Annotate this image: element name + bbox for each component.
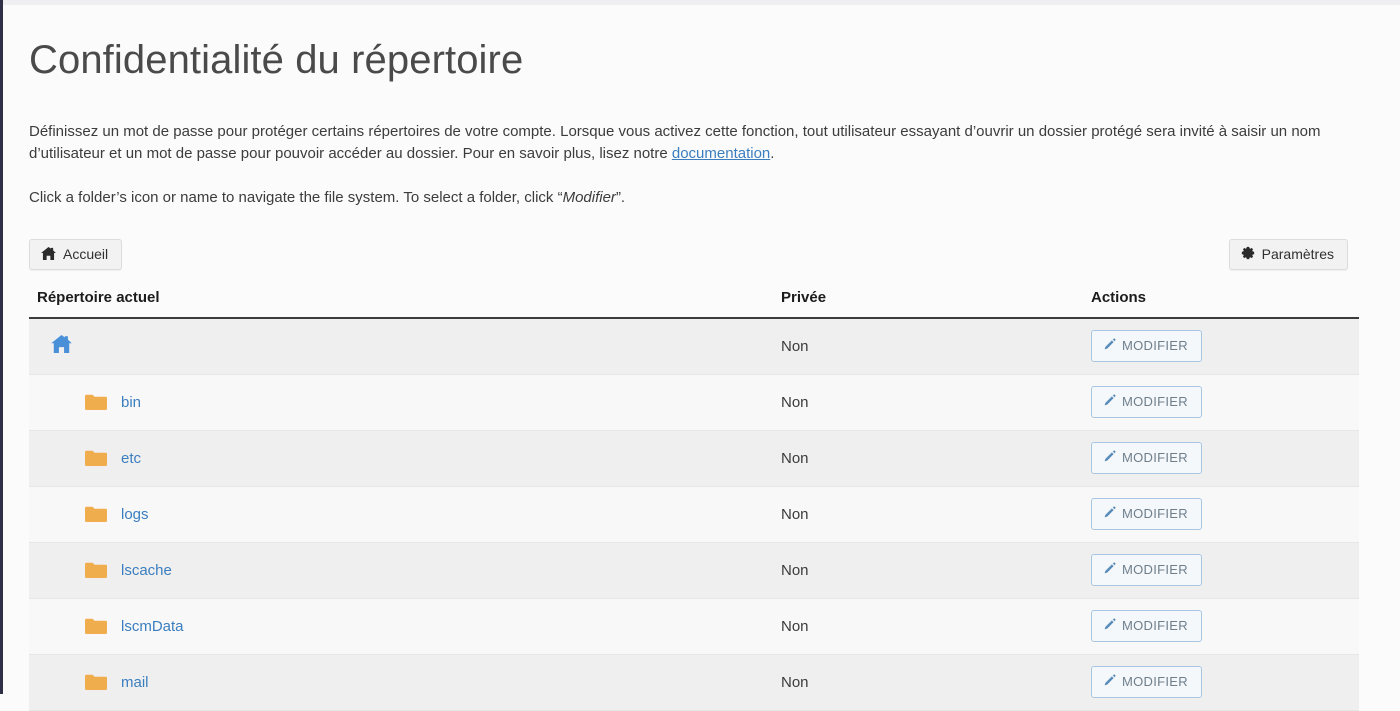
table-row: lscmData Non MODIFIER [29,598,1359,655]
pencil-icon [1103,506,1116,522]
edit-button-label: MODIFIER [1122,618,1188,633]
folder-name-link[interactable]: lscache [121,562,172,579]
table-row: bin Non MODIFIER [29,374,1359,431]
home-button[interactable]: Accueil [29,239,123,270]
column-header-private: Privée [781,289,1091,319]
edit-button-label: MODIFIER [1122,506,1188,521]
table-row: logs Non MODIFIER [29,486,1359,543]
edit-button[interactable]: MODIFIER [1091,442,1202,474]
folder-icon[interactable] [85,450,107,467]
cell-directory [29,318,781,375]
cell-private: Non [781,318,1091,375]
pencil-icon [1103,394,1116,410]
edit-button-label: MODIFIER [1122,338,1188,354]
cell-directory: etc [29,430,781,487]
table-row: etc Non MODIFIER [29,430,1359,487]
edit-button[interactable]: MODIFIER [1091,498,1202,530]
cell-private: Non [781,654,1091,711]
cell-directory: mail [29,654,781,711]
table-header-row: Répertoire actuel Privée Actions [29,289,1359,319]
edit-button[interactable]: MODIFIER [1091,554,1202,586]
pencil-icon [1103,562,1116,578]
cell-private: Non [781,598,1091,655]
cell-actions: MODIFIER [1091,430,1359,487]
folder-name-link[interactable]: bin [121,394,141,411]
edit-button[interactable]: MODIFIER [1091,330,1202,363]
instruction-emphasis: Modifier [562,189,616,206]
folder-name-link[interactable]: etc [121,450,141,467]
folder-icon[interactable] [85,618,107,635]
folder-name-link[interactable]: mail [121,674,149,691]
table-row: Non MODIFIER [29,318,1359,375]
pencil-icon [1103,674,1116,690]
cell-private: Non [781,374,1091,431]
instruction-prefix: Click a folder’s icon or name to navigat… [29,189,563,206]
cell-private: Non [781,542,1091,599]
cell-private: Non [781,430,1091,487]
home-icon [41,246,56,262]
page-instruction: Click a folder’s icon or name to navigat… [29,187,1339,209]
edit-button[interactable]: MODIFIER [1091,610,1202,642]
cell-directory: lscache [29,542,781,599]
folder-icon[interactable] [85,506,107,523]
table-header: Répertoire actuel Privée Actions [29,289,1359,319]
folder-icon[interactable] [85,674,107,691]
edit-button[interactable]: MODIFIER [1091,666,1202,698]
edit-button-label: MODIFIER [1122,450,1188,465]
folder-name-link[interactable]: logs [121,506,149,523]
description-text-after-link: . [770,145,775,162]
cell-actions: MODIFIER [1091,542,1359,599]
page-container: Confidentialité du répertoire Définissez… [3,5,1400,711]
home-icon[interactable] [51,335,72,357]
folder-icon[interactable] [85,394,107,411]
column-header-actions: Actions [1091,289,1359,319]
edit-button-label: MODIFIER [1122,674,1188,689]
instruction-suffix: ”. [615,189,626,206]
table-body: Non MODIFIER bin Non MODIFIER etc Non MODIFIER l… [29,318,1359,711]
left-nav-rail [0,0,3,694]
cell-directory: bin [29,374,781,431]
column-header-directory: Répertoire actuel [29,289,781,319]
pencil-icon [1103,338,1116,354]
directory-table: Répertoire actuel Privée Actions Non MODI… [29,289,1359,711]
cell-actions: MODIFIER [1091,598,1359,655]
pencil-icon [1103,450,1116,466]
documentation-link[interactable]: documentation [672,145,770,162]
cell-actions: MODIFIER [1091,374,1359,431]
gear-icon [1241,246,1255,262]
page-description: Définissez un mot de passe pour protéger… [29,121,1339,165]
edit-button-label: MODIFIER [1122,394,1188,409]
cell-actions: MODIFIER [1091,318,1359,375]
folder-icon[interactable] [85,562,107,579]
folder-name-link[interactable]: lscmData [121,618,184,635]
toolbar: Accueil Paramètres [29,239,1356,273]
cell-actions: MODIFIER [1091,654,1359,711]
pencil-icon [1103,618,1116,634]
cell-actions: MODIFIER [1091,486,1359,543]
edit-button[interactable]: MODIFIER [1091,386,1202,418]
table-row: lscache Non MODIFIER [29,542,1359,599]
settings-button[interactable]: Paramètres [1228,239,1348,270]
edit-button-label: MODIFIER [1122,562,1188,577]
page-title: Confidentialité du répertoire [29,38,524,82]
cell-directory: logs [29,486,781,543]
settings-button-label: Paramètres [1261,246,1334,262]
cell-private: Non [781,486,1091,543]
table-row: mail Non MODIFIER [29,654,1359,711]
home-button-label: Accueil [63,246,109,262]
cell-directory: lscmData [29,598,781,655]
